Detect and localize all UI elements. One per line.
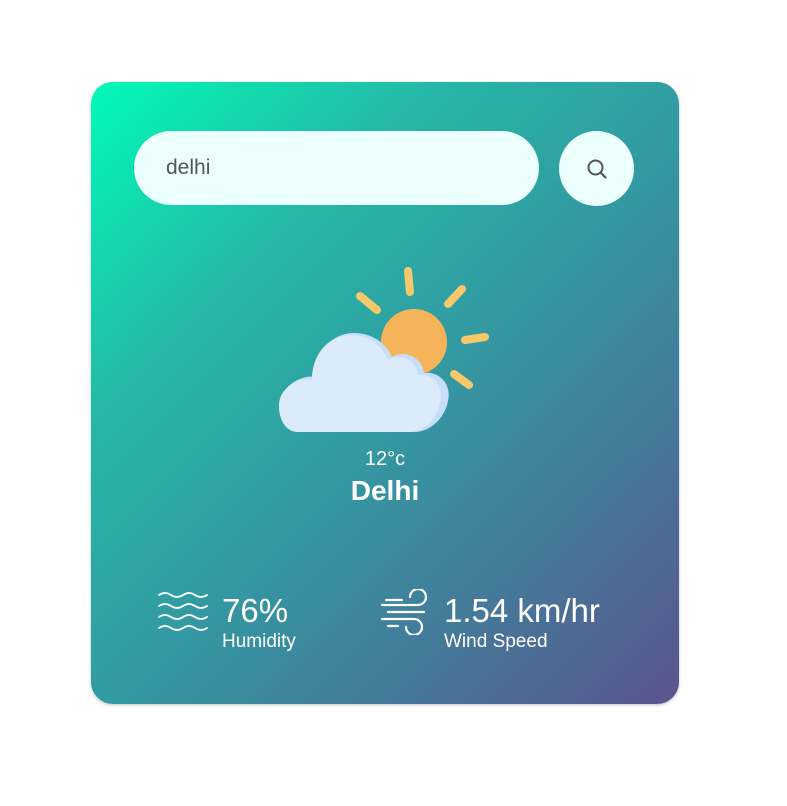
wind-speed-stat: 1.54 km/hr Wind Speed (380, 587, 640, 657)
humidity-stat: 76% Humidity (157, 587, 357, 657)
humidity-value: 76% (222, 592, 289, 629)
wind-speed-label: Wind Speed (444, 631, 548, 652)
sun-behind-cloud-icon (278, 267, 489, 432)
wind-speed-value: 1.54 km/hr (444, 592, 600, 629)
weather-card: 12°c Delhi 76% Humidity 1.54 km/hr Wind … (91, 82, 679, 704)
search-icon (587, 159, 607, 179)
wind-icon (380, 589, 428, 635)
temperature-value: 12°c (364, 448, 406, 470)
humidity-waves-icon (158, 592, 208, 631)
city-search-input[interactable] (134, 131, 539, 205)
humidity-label: Humidity (222, 631, 296, 652)
city-name: Delhi (350, 475, 420, 506)
search-button[interactable] (559, 131, 634, 206)
